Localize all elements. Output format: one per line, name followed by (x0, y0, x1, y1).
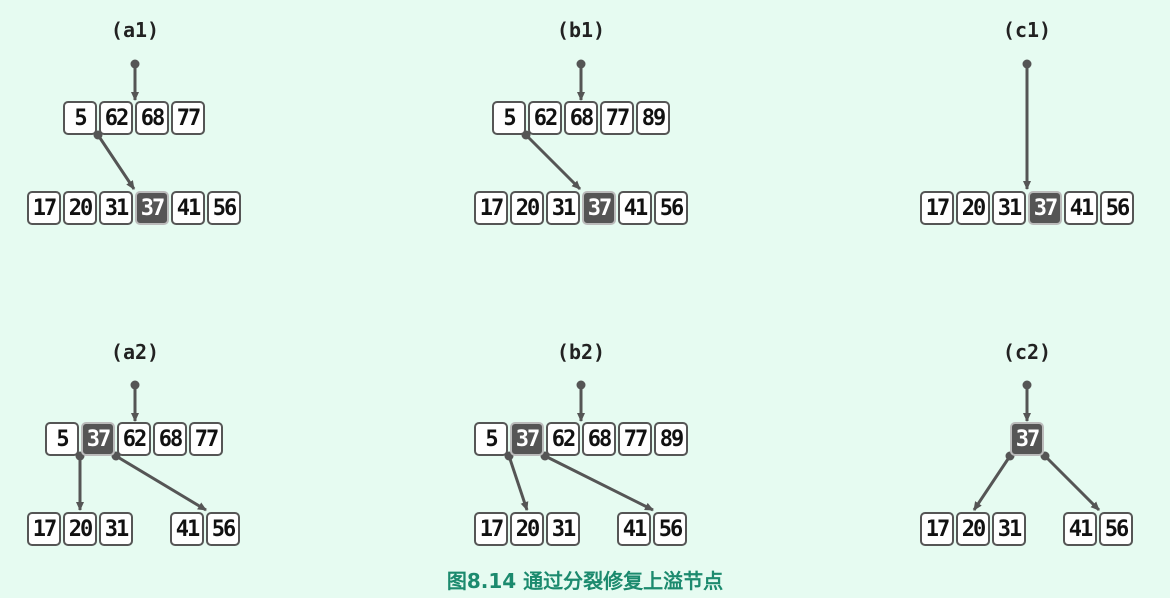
btree-node: 5 37 62 68 77 89 (474, 422, 690, 456)
key-cell: 68 (582, 422, 616, 456)
key-cell-highlighted: 37 (1028, 191, 1062, 225)
key-cell: 56 (1100, 191, 1134, 225)
key-cell: 31 (99, 191, 133, 225)
key-cell-highlighted: 37 (81, 422, 115, 456)
key-cell: 68 (135, 101, 169, 135)
pointer-origin-dot (1022, 380, 1032, 390)
figure-caption: 图8.14 通过分裂修复上溢节点 (446, 569, 724, 593)
key-cell: 68 (564, 101, 598, 135)
pointer-edge (115, 454, 207, 512)
btree-node: 17 20 31 (27, 512, 135, 546)
pointer-edge (524, 133, 582, 191)
btree-node: 5 62 68 77 89 (492, 101, 672, 135)
pointer-origin-dot (130, 380, 140, 390)
key-cell: 62 (528, 101, 562, 135)
key-cell: 77 (189, 422, 223, 456)
panel-label: (a2) (110, 340, 160, 364)
btree-split-diagram: (a1) 5 62 68 77 17 20 31 37 41 56 (b1) 5 62 68 77 89 17 20… (0, 0, 1170, 598)
key-cell-highlighted: 37 (1010, 422, 1044, 456)
pointer-origin-dot (576, 380, 586, 390)
key-cell-highlighted: 37 (510, 422, 544, 456)
pointer-edge (1043, 454, 1101, 512)
pointer-origin-dot (130, 59, 140, 69)
key-cell: 77 (171, 101, 205, 135)
key-cell: 20 (956, 191, 990, 225)
key-cell: 5 (45, 422, 79, 456)
btree-node: 5 62 68 77 (63, 101, 207, 135)
key-cell: 31 (992, 191, 1026, 225)
key-cell: 41 (170, 512, 204, 546)
panel-label: (a1) (110, 18, 160, 42)
key-cell: 5 (492, 101, 526, 135)
pointer-edge (507, 455, 529, 511)
key-cell: 77 (618, 422, 652, 456)
pointer-origin-dot (1022, 59, 1032, 69)
key-cell: 20 (63, 512, 97, 546)
key-cell: 56 (207, 191, 241, 225)
key-cell: 41 (171, 191, 205, 225)
key-cell-highlighted: 37 (582, 191, 616, 225)
key-cell: 31 (992, 512, 1026, 546)
panel-label: (c2) (1002, 340, 1052, 364)
key-cell: 62 (117, 422, 151, 456)
key-cell: 20 (956, 512, 990, 546)
key-cell: 5 (63, 101, 97, 135)
key-cell: 89 (654, 422, 688, 456)
key-cell: 17 (474, 512, 508, 546)
key-cell: 20 (63, 191, 97, 225)
edges-layer (75, 59, 1101, 512)
key-cell: 41 (617, 512, 651, 546)
btree-node: 17 20 31 37 41 56 (920, 191, 1136, 225)
key-cell: 20 (510, 512, 544, 546)
key-cell: 20 (510, 191, 544, 225)
key-cell: 77 (600, 101, 634, 135)
pointer-origin-dot (576, 59, 586, 69)
key-cell: 68 (153, 422, 187, 456)
btree-node: 37 (1010, 422, 1046, 456)
key-cell: 17 (27, 512, 61, 546)
key-cell: 41 (1064, 191, 1098, 225)
key-cell: 17 (474, 191, 508, 225)
key-cell: 62 (99, 101, 133, 135)
key-cell: 56 (1099, 512, 1133, 546)
key-cell: 56 (206, 512, 240, 546)
btree-node: 41 56 (617, 512, 689, 546)
pointer-edge (972, 455, 1012, 511)
panel-label: (b2) (556, 340, 606, 364)
panel-label: (c1) (1002, 18, 1052, 42)
pointer-edge (96, 134, 136, 190)
btree-node: 17 20 31 (920, 512, 1028, 546)
key-cell: 56 (654, 191, 688, 225)
key-cell-highlighted: 37 (135, 191, 169, 225)
key-cell: 17 (920, 191, 954, 225)
pointer-edge (544, 454, 654, 512)
key-cell: 41 (618, 191, 652, 225)
btree-node: 41 56 (1063, 512, 1135, 546)
key-cell: 41 (1063, 512, 1097, 546)
key-cell: 17 (27, 191, 61, 225)
key-cell: 31 (546, 191, 580, 225)
key-cell: 31 (546, 512, 580, 546)
panel-label: (b1) (556, 18, 606, 42)
btree-node: 17 20 31 (474, 512, 582, 546)
key-cell: 62 (546, 422, 580, 456)
btree-node: 5 37 62 68 77 (45, 422, 225, 456)
key-cell: 56 (653, 512, 687, 546)
btree-node: 17 20 31 37 41 56 (27, 191, 243, 225)
key-cell: 31 (99, 512, 133, 546)
key-cell: 89 (636, 101, 670, 135)
btree-node: 17 20 31 37 41 56 (474, 191, 690, 225)
key-cell: 5 (474, 422, 508, 456)
btree-node: 41 56 (170, 512, 242, 546)
key-cell: 17 (920, 512, 954, 546)
